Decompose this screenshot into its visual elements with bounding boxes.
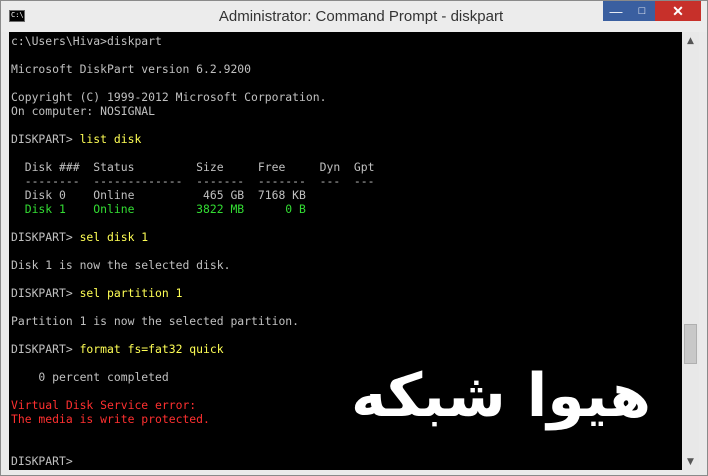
command-text: sel partition 1 <box>79 286 183 300</box>
console-line: Microsoft DiskPart version 6.2.9200 <box>11 62 252 76</box>
title-bar[interactable]: C:\ Administrator: Command Prompt - disk… <box>1 1 707 32</box>
scroll-thumb[interactable] <box>684 324 697 364</box>
diskpart-prompt: DISKPART> <box>11 230 80 244</box>
console-line: c:\Users\Hiva>diskpart <box>11 34 162 48</box>
error-line: Virtual Disk Service error: <box>11 398 197 412</box>
console-line: Disk 1 is now the selected disk. <box>11 258 231 272</box>
console-line: DISKPART> sel partition 1 <box>11 286 182 300</box>
disk-table-row-selected: Disk 1 Online 3822 MB 0 B <box>11 202 306 216</box>
console-line: DISKPART> format fs=fat32 quick <box>11 342 224 356</box>
command-prompt-window: C:\ Administrator: Command Prompt - disk… <box>0 0 708 476</box>
diskpart-prompt: DISKPART> <box>11 342 80 356</box>
vertical-scrollbar[interactable]: ▲ ▼ <box>682 32 699 470</box>
command-prompt-icon[interactable]: C:\ <box>9 10 25 22</box>
maximize-button[interactable]: □ <box>629 1 655 21</box>
console-line: On computer: NOSIGNAL <box>11 104 156 118</box>
watermark-logo: هیوا شبکه <box>351 361 651 431</box>
disk-table-row: Disk 0 Online 465 GB 7168 KB <box>11 188 306 202</box>
scroll-down-icon[interactable]: ▼ <box>682 453 699 470</box>
app-icon-label: C:\ <box>11 11 24 19</box>
command-text: format fs=fat32 quick <box>79 342 224 356</box>
maximize-icon: □ <box>638 5 646 17</box>
console-line: DISKPART> list disk <box>11 132 141 146</box>
console-line: Copyright (C) 1999-2012 Microsoft Corpor… <box>11 90 327 104</box>
console-line: DISKPART> sel disk 1 <box>11 230 148 244</box>
close-button[interactable]: ✕ <box>655 1 701 21</box>
command-text: list disk <box>79 132 142 146</box>
minimize-icon: — <box>609 3 623 19</box>
diskpart-prompt-line: DISKPART> <box>11 454 73 468</box>
close-icon: ✕ <box>672 2 684 19</box>
command-text: sel disk 1 <box>79 230 149 244</box>
console-line: Partition 1 is now the selected partitio… <box>11 314 300 328</box>
scroll-up-icon[interactable]: ▲ <box>682 32 699 49</box>
minimize-button[interactable]: — <box>603 1 629 21</box>
diskpart-prompt: DISKPART> <box>11 132 80 146</box>
disk-table-separator: -------- ------------- ------- ------- -… <box>11 174 375 188</box>
diskpart-prompt: DISKPART> <box>11 286 80 300</box>
disk-table-header: Disk ### Status Size Free Dyn Gpt <box>11 160 375 174</box>
window-title: Administrator: Command Prompt - diskpart <box>218 8 504 25</box>
progress-line: 0 percent completed <box>11 370 169 384</box>
error-line: The media is write protected. <box>11 412 210 426</box>
